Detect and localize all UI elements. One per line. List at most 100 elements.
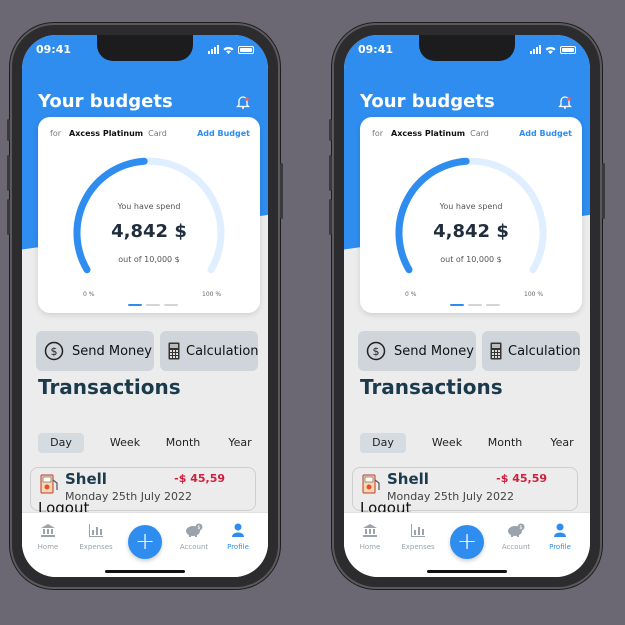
send-money-button[interactable]: $ Send Money [36,331,154,371]
transaction-amount: -$ 45,59 [496,472,547,485]
phone-frame: 09:41 Your budgets for Axcess Platinum Card A… [329,23,605,589]
spend-label: You have spend [117,202,181,211]
nav-home[interactable]: Home [26,523,70,551]
dollar-coin-icon: $ [44,341,64,361]
nav-label: Home [359,543,381,551]
svg-text:$: $ [373,345,380,358]
gauge-min-label: 0 % [405,291,417,298]
plus-icon: + [456,527,478,555]
spend-amount: 4,842 $ [433,221,509,242]
calculation-button[interactable]: Calculation [482,331,581,371]
calculation-label: Calculation [186,343,259,359]
gauge-progress [73,157,148,274]
send-money-label: Send Money [72,343,152,359]
nav-expenses[interactable]: Expenses [396,523,440,551]
spend-amount: 4,842 $ [111,221,187,242]
tab-day[interactable]: Day [38,433,84,453]
page-title: Your budgets [38,91,173,112]
send-money-button[interactable]: $ Send Money [358,331,476,371]
tab-month[interactable]: Month [160,433,206,453]
phone-frame: 09:41 Your budgets for Axcess Platinum Card A… [7,23,283,589]
carousel-dots[interactable] [128,304,178,306]
tab-week[interactable]: Week [424,433,470,453]
home-indicator [105,570,185,573]
quick-actions: $ Send Money Calculation [358,331,581,371]
tab-year[interactable]: Year [542,433,582,453]
budget-total: out of 10,000 $ [440,255,502,264]
add-button[interactable]: + [128,525,162,559]
card-label: Card [470,129,489,138]
gauge-max-label: 100 % [524,291,544,298]
page-title: Your budgets [360,91,495,112]
plus-icon: + [134,527,156,555]
nav-label: Home [37,543,59,551]
nav-account[interactable]: $ Account [172,523,216,551]
nav-profile[interactable]: Profile [538,523,582,551]
wifi-icon [223,46,234,54]
notch [419,35,515,61]
nav-home-icon [26,523,70,537]
nav-expenses-icon [74,523,118,537]
battery-icon [238,46,254,54]
account-name[interactable]: Axcess Platinum [391,129,465,138]
bell-icon[interactable] [236,95,250,109]
add-button[interactable]: + [450,525,484,559]
budget-total: out of 10,000 $ [118,255,180,264]
period-tabs: Day Week Month Year [38,433,262,455]
bell-icon[interactable] [558,95,572,109]
svg-text:$: $ [197,525,200,531]
for-label: for [50,129,61,138]
add-budget-link[interactable]: Add Budget [197,129,250,138]
signal-icon [208,45,219,54]
gauge-min-label: 0 % [83,291,95,298]
nav-label: Expenses [401,543,435,551]
home-indicator [427,570,507,573]
transaction-name: Shell [65,470,107,488]
budget-card: for Axcess Platinum Card Add Budget You have… [360,117,582,313]
nav-profile[interactable]: Profile [216,523,260,551]
add-budget-link[interactable]: Add Budget [519,129,572,138]
for-label: for [372,129,383,138]
period-tabs: Day Week Month Year [360,433,584,455]
signal-icon [530,45,541,54]
dollar-coin-icon: $ [366,341,386,361]
tab-week[interactable]: Week [102,433,148,453]
tab-month[interactable]: Month [482,433,528,453]
svg-text:$: $ [519,525,522,531]
transactions-title: Transactions [38,375,181,399]
transactions-title: Transactions [360,375,503,399]
nav-profile-icon [538,523,582,537]
nav-account-icon: $ [172,523,216,537]
spend-label: You have spend [439,202,503,211]
nav-label: Profile [549,543,571,551]
card-header: for Axcess Platinum Card Add Budget [372,129,572,138]
calculation-label: Calculation [508,343,581,359]
nav-expenses-icon [396,523,440,537]
card-label: Card [148,129,167,138]
transaction-name: Shell [387,470,429,488]
nav-profile-icon [216,523,260,537]
quick-actions: $ Send Money Calculation [36,331,259,371]
card-header: for Axcess Platinum Card Add Budget [50,129,250,138]
tab-year[interactable]: Year [220,433,260,453]
gauge-progress [395,157,470,274]
nav-account-icon: $ [494,523,538,537]
svg-text:$: $ [51,345,58,358]
nav-home-icon [348,523,392,537]
nav-expenses[interactable]: Expenses [74,523,118,551]
transaction-amount: -$ 45,59 [174,472,225,485]
tab-day[interactable]: Day [360,433,406,453]
carousel-dots[interactable] [450,304,500,306]
calculator-icon [490,342,502,360]
fuel-pump-icon [40,474,58,494]
nav-home[interactable]: Home [348,523,392,551]
status-time: 09:41 [36,43,72,56]
budget-card: for Axcess Platinum Card Add Budget You have… [38,117,260,313]
nav-account[interactable]: $ Account [494,523,538,551]
calculator-icon [168,342,180,360]
calculation-button[interactable]: Calculation [160,331,259,371]
nav-label: Profile [227,543,249,551]
nav-label: Account [179,543,209,551]
battery-icon [560,46,576,54]
account-name[interactable]: Axcess Platinum [69,129,143,138]
